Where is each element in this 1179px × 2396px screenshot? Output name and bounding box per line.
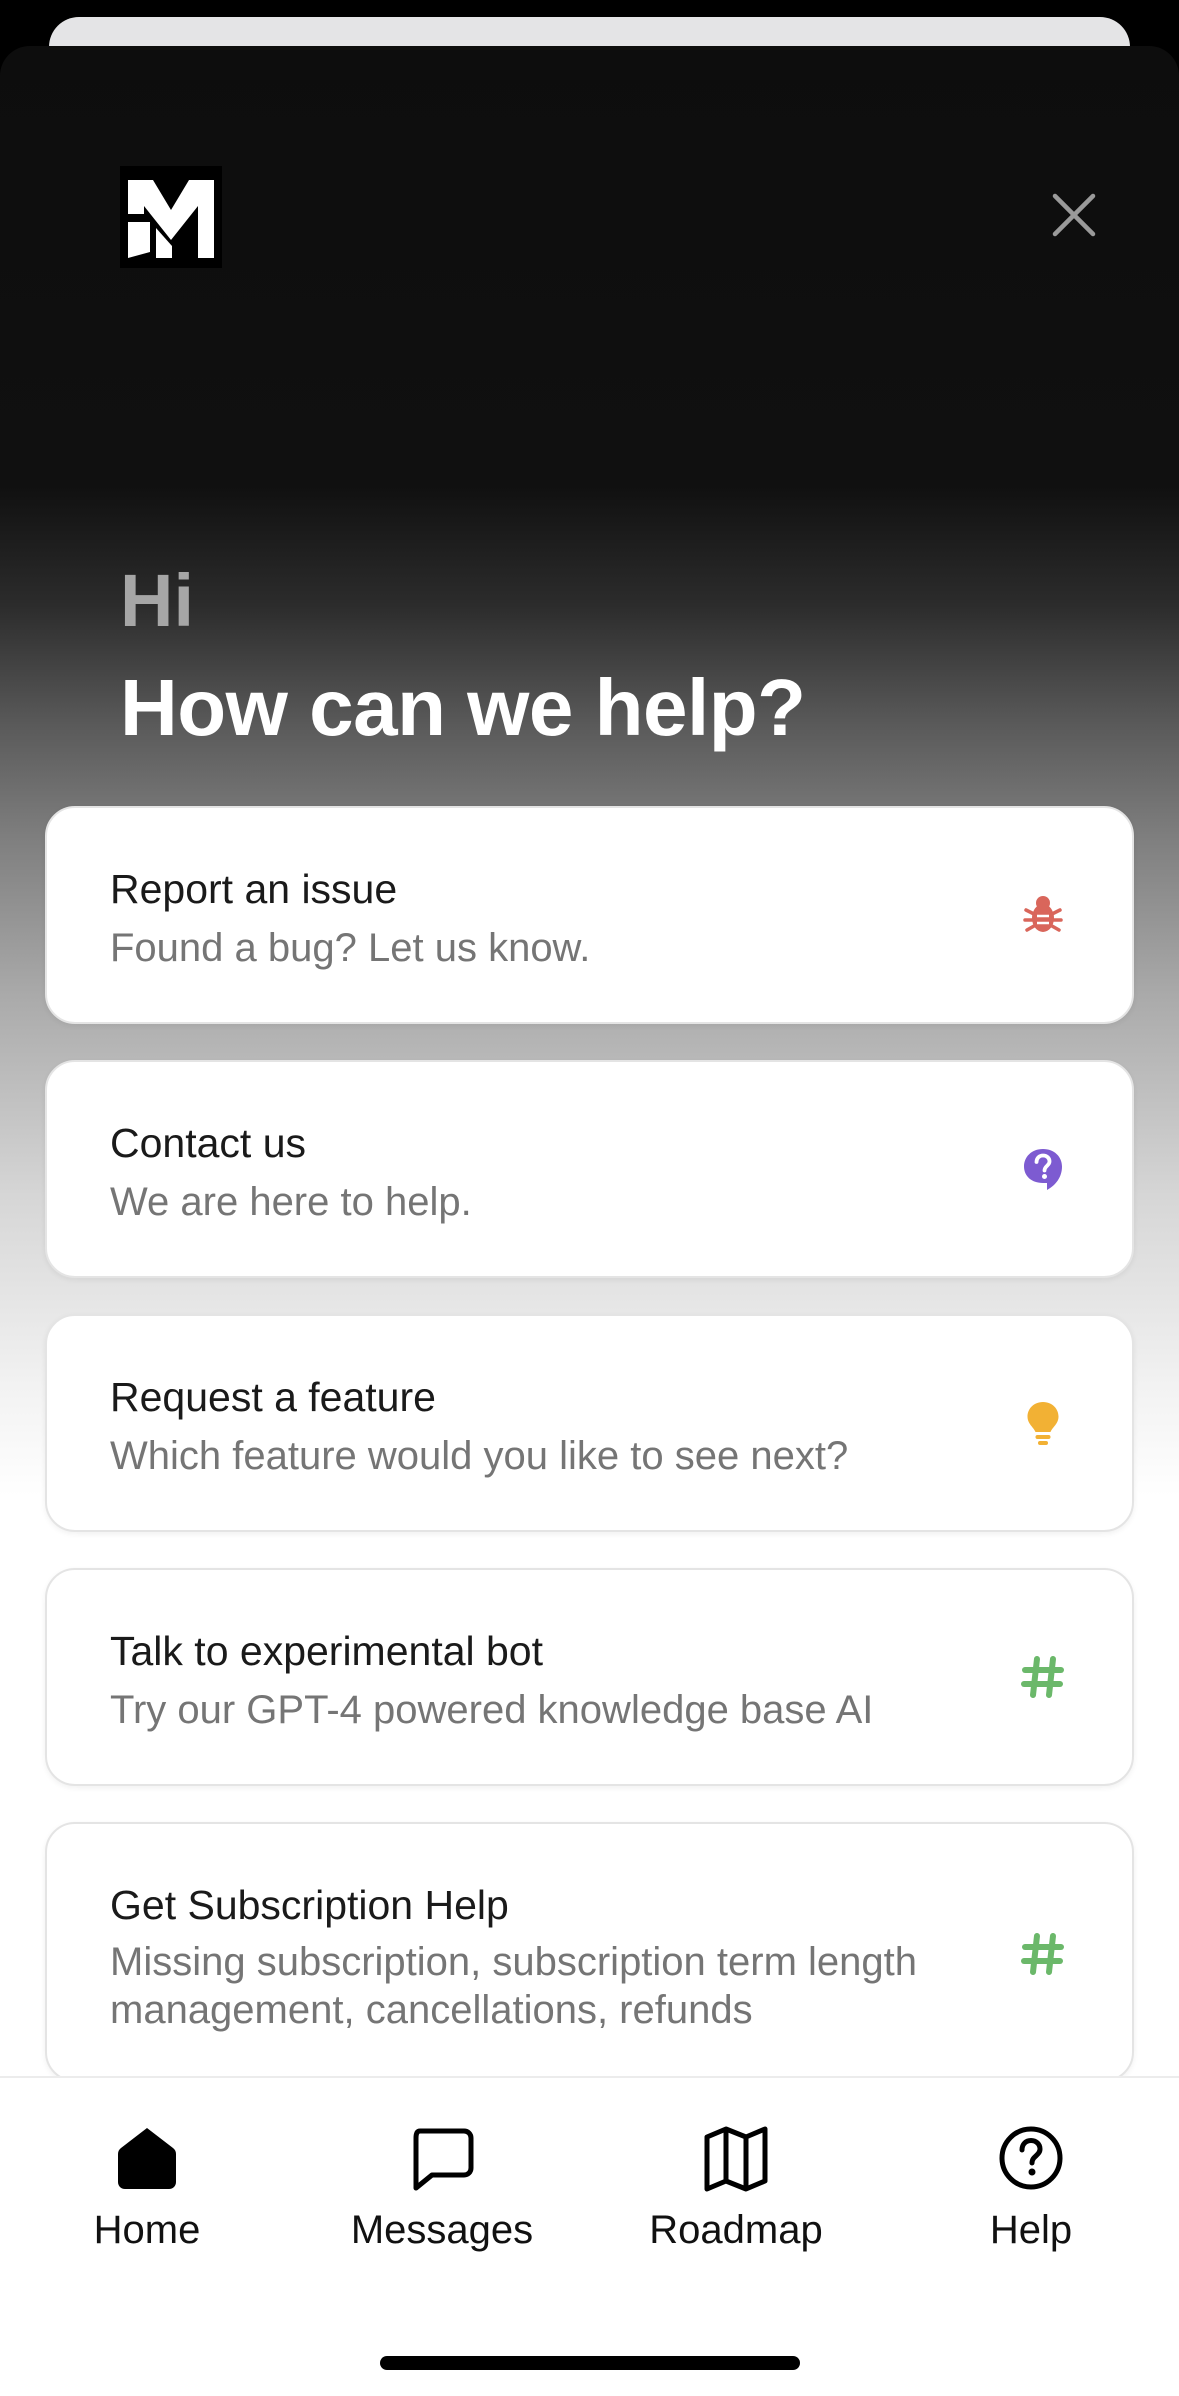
card-title: Contact us [110,1120,306,1166]
question-bubble-icon [1020,1146,1066,1192]
card-subtitle: We are here to help. [110,1180,472,1224]
tab-label: Home [93,2208,201,2252]
bug-icon [1020,892,1066,938]
tab-home[interactable]: Home [27,2122,267,2250]
card-title: Request a feature [110,1374,436,1420]
home-indicator[interactable] [380,2356,800,2370]
help-sheet: Hi How can we help? Report an issue Foun… [0,46,1179,2396]
card-subtitle: Missing subscription, subscription term … [110,1940,918,2032]
tab-label: Help [989,2208,1073,2252]
lightbulb-icon [1020,1400,1066,1446]
map-icon [700,2122,772,2194]
hashtag-icon [1020,1654,1066,1700]
card-subtitle: Found a bug? Let us know. [110,926,591,970]
card-subtitle: Which feature would you like to see next… [110,1434,849,1478]
card-title: Get Subscription Help [110,1882,509,1928]
tab-label: Roadmap [649,2208,823,2252]
page-title: How can we help? [120,663,806,752]
experimental-bot-card[interactable]: Talk to experimental bot Try our GPT-4 p… [45,1568,1134,1786]
tab-roadmap[interactable]: Roadmap [616,2122,856,2250]
mm-logo-icon [120,166,222,268]
bottom-tab-bar: Home Messages Roadmap Help [0,2076,1179,2396]
card-subtitle: Try our GPT-4 powered knowledge base AI [110,1688,874,1732]
tab-help[interactable]: Help [911,2122,1151,2250]
card-title: Report an issue [110,866,398,912]
hashtag-icon [1020,1931,1066,1977]
home-icon [111,2122,183,2194]
greeting-text: Hi [120,559,194,642]
subscription-help-card[interactable]: Get Subscription Help Missing subscripti… [45,1822,1134,2082]
chat-bubble-icon [406,2122,478,2194]
card-title: Talk to experimental bot [110,1628,544,1674]
close-icon [1052,193,1096,237]
report-issue-card[interactable]: Report an issue Found a bug? Let us know… [45,806,1134,1024]
screen: Hi How can we help? Report an issue Foun… [0,0,1179,2396]
close-button[interactable] [1035,176,1113,254]
contact-us-card[interactable]: Contact us We are here to help. [45,1060,1134,1278]
tab-label: Messages [350,2208,534,2252]
help-circle-icon [995,2122,1067,2194]
request-feature-card[interactable]: Request a feature Which feature would yo… [45,1314,1134,1532]
tab-messages[interactable]: Messages [322,2122,562,2250]
